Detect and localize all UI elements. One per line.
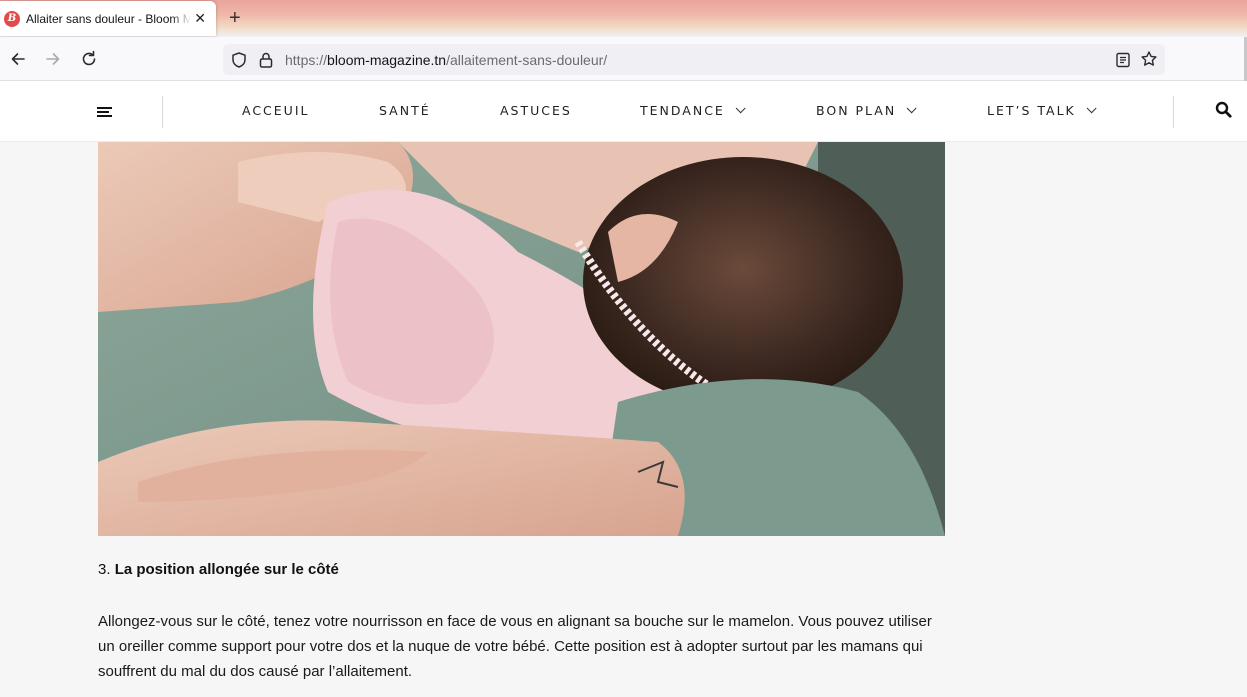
site-header: ACCEUIL SANTÉ ASTUCES TENDANCE BON PLAN …: [0, 81, 1247, 142]
url-path: /allaitement-sans-douleur/: [446, 52, 608, 68]
chevron-down-icon: [1086, 103, 1097, 114]
article-paragraph: Allongez-vous sur le côté, tenez votre n…: [98, 613, 932, 680]
address-bar[interactable]: https://bloom-magazine.tn/allaitement-sa…: [223, 44, 1165, 75]
search-icon[interactable]: [1215, 101, 1232, 123]
shield-icon[interactable]: [230, 51, 248, 74]
breastfeeding-photo: [98, 142, 945, 536]
nav-item-acceuil[interactable]: ACCEUIL: [242, 103, 310, 118]
browser-tab[interactable]: B Allaiter sans douleur - Bloom Magazine…: [0, 1, 216, 36]
chevron-down-icon: [735, 103, 746, 114]
nav-item-sante[interactable]: SANTÉ: [379, 103, 431, 118]
close-tab-icon[interactable]: ✕: [194, 10, 206, 26]
reader-view-icon[interactable]: [1115, 51, 1131, 74]
tab-strip: B Allaiter sans douleur - Bloom Magazine…: [0, 0, 1247, 37]
chevron-down-icon: [906, 103, 917, 114]
nav-item-lets-talk[interactable]: LET’S TALK: [987, 103, 1097, 118]
nav-item-bon-plan[interactable]: BON PLAN: [816, 103, 917, 118]
nav-item-astuces[interactable]: ASTUCES: [500, 103, 572, 118]
tab-title: Allaiter sans douleur - Bloom Magazine: [26, 11, 191, 26]
reload-icon[interactable]: [79, 49, 99, 69]
url-domain: bloom-magazine.tn: [327, 52, 447, 68]
bookmark-star-icon[interactable]: [1140, 50, 1158, 73]
forward-arrow-icon[interactable]: [43, 49, 63, 69]
new-tab-icon[interactable]: +: [229, 7, 241, 29]
lock-icon[interactable]: [258, 51, 274, 74]
article-subheading: 3. La position allongée sur le côté: [98, 561, 339, 578]
back-arrow-icon[interactable]: [8, 49, 28, 69]
url-text[interactable]: https://bloom-magazine.tn/allaitement-sa…: [285, 52, 607, 68]
nav-item-tendance[interactable]: TENDANCE: [640, 103, 746, 118]
divider: [1173, 96, 1174, 128]
article-hero-image: [98, 142, 945, 536]
divider: [162, 96, 163, 128]
menu-icon[interactable]: [97, 107, 112, 118]
navigation-toolbar: https://bloom-magazine.tn/allaitement-sa…: [0, 37, 1247, 81]
site-favicon-icon: B: [4, 10, 20, 27]
